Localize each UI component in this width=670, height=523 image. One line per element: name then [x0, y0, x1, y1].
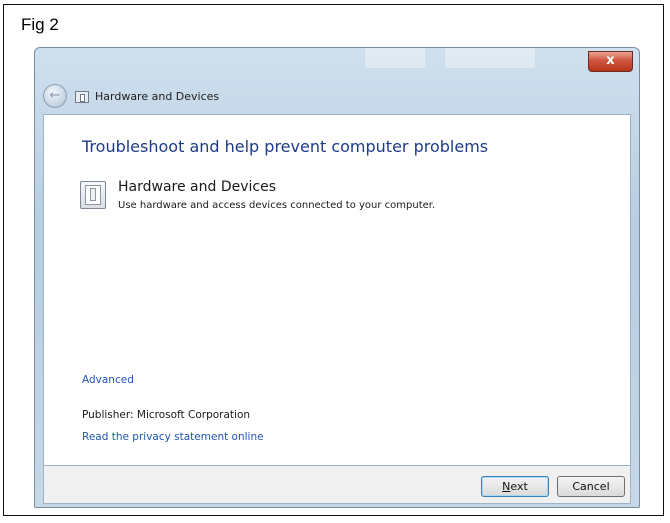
troubleshooter-item-description: Use hardware and access devices connecte…: [118, 200, 436, 211]
glass-decoration: [445, 48, 535, 68]
advanced-link[interactable]: Advanced: [82, 374, 134, 386]
hardware-device-icon: [80, 181, 106, 209]
content-pane: Troubleshoot and help prevent computer p…: [43, 114, 631, 466]
figure-label: Fig 2: [21, 15, 59, 34]
troubleshooter-item-title: Hardware and Devices: [118, 179, 277, 195]
privacy-statement-link[interactable]: Read the privacy statement online: [82, 431, 264, 443]
button-footer: Next Cancel: [43, 466, 631, 504]
window-title: Hardware and Devices: [95, 90, 220, 103]
glass-decoration: [365, 48, 425, 68]
publisher-text: Publisher: Microsoft Corporation: [82, 409, 251, 421]
cancel-button[interactable]: Cancel: [557, 476, 625, 497]
close-button[interactable]: x: [588, 51, 633, 72]
navigation-bar: ← Hardware and Devices: [35, 78, 639, 114]
next-button-label: ext: [510, 480, 528, 493]
troubleshooter-window: x ← Hardware and Devices Troubleshoot an…: [34, 47, 640, 508]
back-arrow-icon[interactable]: ←: [43, 84, 67, 108]
page-heading: Troubleshoot and help prevent computer p…: [82, 137, 489, 156]
hardware-title-icon: [75, 91, 89, 103]
next-button[interactable]: Next: [481, 476, 549, 497]
